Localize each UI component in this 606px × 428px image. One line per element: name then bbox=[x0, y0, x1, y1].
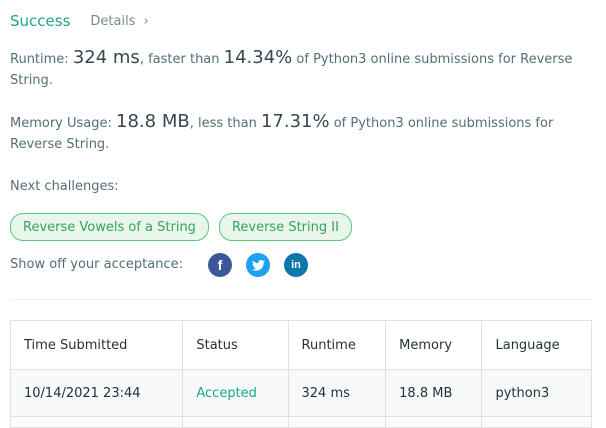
twitter-icon bbox=[251, 259, 265, 271]
runtime-percent: 14.34% bbox=[223, 47, 293, 68]
next-challenges-list: Reverse Vowels of a String Reverse Strin… bbox=[10, 213, 352, 241]
table-cell bbox=[9, 416, 184, 428]
status-accepted-link[interactable]: Accepted bbox=[182, 369, 289, 417]
facebook-icon: f bbox=[217, 257, 223, 273]
challenge-chip[interactable]: Reverse String II bbox=[218, 213, 352, 241]
memory-middle: , less than bbox=[189, 116, 261, 131]
share-buttons: f in bbox=[208, 253, 308, 277]
column-header-memory[interactable]: Memory bbox=[385, 320, 483, 370]
memory-label: Memory Usage: bbox=[10, 116, 117, 131]
linkedin-share-button[interactable]: in bbox=[284, 253, 308, 277]
table-row bbox=[9, 416, 592, 428]
memory-value: 18.8 MB bbox=[116, 111, 190, 132]
table-cell bbox=[287, 416, 387, 428]
runtime-stat: Runtime: 324 ms, faster than 14.34% of P… bbox=[10, 47, 585, 91]
table-cell bbox=[182, 416, 289, 428]
share-label: Show off your acceptance: bbox=[10, 257, 183, 272]
linkedin-icon: in bbox=[291, 258, 301, 271]
runtime-middle: , faster than bbox=[139, 52, 224, 67]
cell-time-submitted: 10/14/2021 23:44 bbox=[9, 369, 184, 417]
column-header-language[interactable]: Language bbox=[481, 320, 592, 370]
status-label: Success bbox=[10, 12, 71, 30]
runtime-value: 324 ms bbox=[72, 47, 140, 68]
details-label: Details bbox=[90, 13, 136, 29]
runtime-label: Runtime: bbox=[10, 52, 73, 67]
column-header-time[interactable]: Time Submitted bbox=[9, 320, 184, 370]
next-challenges-label: Next challenges: bbox=[10, 179, 119, 194]
table-header-row: Time Submitted Status Runtime Memory Lan… bbox=[9, 320, 592, 370]
result-header: Success Details › bbox=[10, 10, 149, 32]
facebook-share-button[interactable]: f bbox=[208, 253, 232, 277]
table-cell bbox=[385, 416, 483, 428]
challenge-chip[interactable]: Reverse Vowels of a String bbox=[10, 213, 209, 241]
column-header-runtime[interactable]: Runtime bbox=[287, 320, 387, 370]
table-row: 10/14/2021 23:44 Accepted 324 ms 18.8 MB… bbox=[9, 369, 592, 417]
chevron-right-icon: › bbox=[143, 13, 149, 29]
submissions-table: Time Submitted Status Runtime Memory Lan… bbox=[9, 320, 592, 428]
details-link[interactable]: Details › bbox=[90, 14, 148, 29]
cell-language: python3 bbox=[481, 369, 592, 417]
column-header-status[interactable]: Status bbox=[182, 320, 289, 370]
table-cell bbox=[481, 416, 592, 428]
divider bbox=[10, 299, 592, 300]
memory-stat: Memory Usage: 18.8 MB, less than 17.31% … bbox=[10, 111, 585, 155]
cell-memory: 18.8 MB bbox=[385, 369, 483, 417]
cell-runtime: 324 ms bbox=[287, 369, 387, 417]
twitter-share-button[interactable] bbox=[246, 253, 270, 277]
memory-percent: 17.31% bbox=[260, 111, 330, 132]
